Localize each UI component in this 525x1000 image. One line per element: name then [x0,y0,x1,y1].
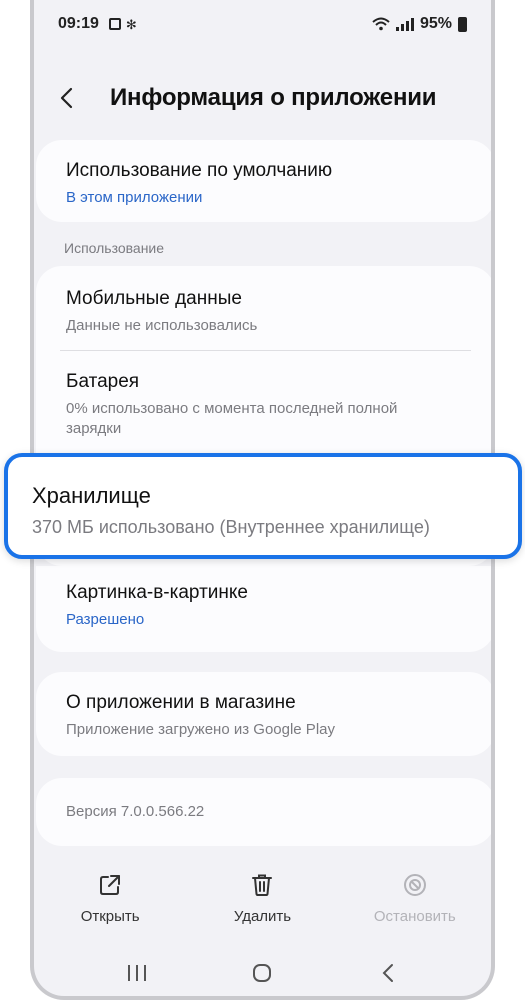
version-card: Версия 7.0.0.566.22 [36,778,491,846]
home-button[interactable] [242,958,282,988]
storage-subtitle: 370 МБ использовано (Внутреннее хранилищ… [32,517,430,537]
default-use-title: Использование по умолчанию [66,160,333,181]
open-external-icon [100,875,121,895]
recent-apps-button[interactable] [117,958,157,988]
mobile-data-title: Мобильные данные [66,288,242,309]
delete-label: Удалить [233,908,292,925]
stop-icon [403,874,426,896]
storage-title: Хранилище [32,483,151,508]
usage-section-label: Использование [64,240,165,256]
system-nav-bar [34,955,491,991]
bottom-action-bar: Открыть Удалить Остановить [34,872,491,942]
home-icon [253,964,272,982]
battery-title: Батарея [66,371,140,392]
mobile-data-item[interactable]: Мобильные данные Данные не использовалис… [36,266,491,350]
gallery-icon [108,18,121,30]
stop-button[interactable]: Остановить [339,872,491,942]
storage-item[interactable]: Хранилище 370 МБ использовано (Внутренне… [4,453,522,559]
open-label: Открыть [80,908,140,925]
recent-apps-icon [127,965,146,981]
signal-icon [395,17,414,31]
mobile-data-subtitle: Данные не использовались [66,317,258,334]
default-use-card[interactable]: Использование по умолчанию В этом прилож… [36,140,491,222]
chevron-left-icon[interactable] [56,86,80,110]
fan-icon: ✻ [125,16,137,32]
back-icon [382,964,394,982]
pip-title: Картинка-в-картинке [66,582,248,603]
open-button[interactable]: Открыть [34,872,186,942]
battery-icon [458,16,467,32]
version-text: Версия 7.0.0.566.22 [66,803,205,820]
pip-card[interactable]: Картинка-в-картинке Разрешено [36,566,491,652]
stop-label: Остановить [373,908,456,925]
store-subtitle: Приложение загружено из Google Play [66,721,335,738]
status-time: 09:19 [58,15,99,32]
app-bar: Информация о приложении [34,70,491,126]
default-use-subtitle: В этом приложении [66,189,203,206]
page-title: Информация о приложении [110,84,437,111]
battery-percent: 95% [419,15,452,32]
battery-subtitle: 0% использовано с момента последней полн… [66,400,398,438]
store-title: О приложении в магазине [66,692,296,713]
pip-subtitle: Разрешено [66,611,145,628]
delete-button[interactable]: Удалить [186,872,338,942]
battery-item[interactable]: Батарея 0% использовано с момента послед… [36,351,491,440]
store-card[interactable]: О приложении в магазине Приложение загру… [36,672,491,756]
status-bar: 09:19 ✻ 95% [34,6,491,42]
back-button[interactable] [368,958,408,988]
trash-icon [252,874,273,896]
wifi-icon [372,17,390,31]
